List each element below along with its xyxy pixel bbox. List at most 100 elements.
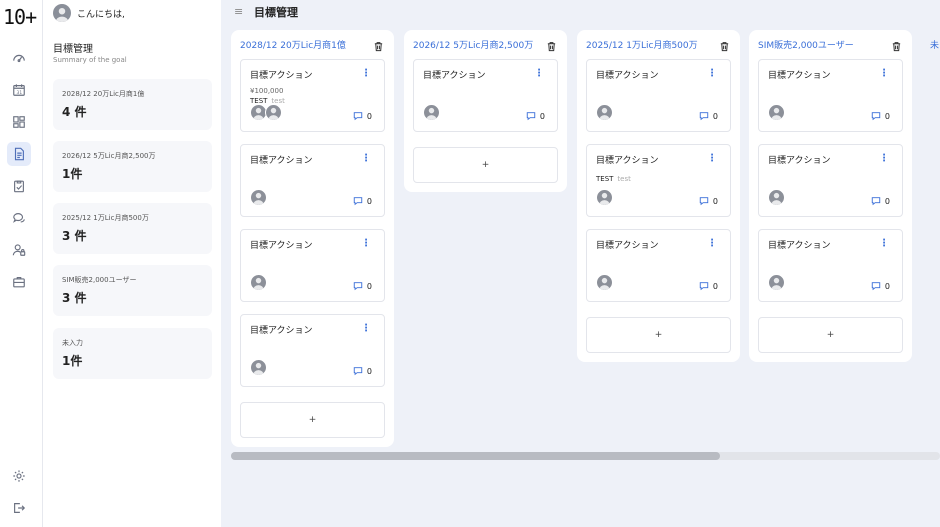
column-title[interactable]: 2028/12 20万Lic月商1億 bbox=[240, 38, 346, 51]
kebab-menu-icon[interactable]: ⋮ bbox=[707, 153, 717, 164]
comment-count[interactable]: 0 bbox=[353, 111, 372, 121]
assignee-avatars bbox=[250, 104, 282, 121]
assignee-avatars bbox=[250, 189, 267, 206]
kebab-menu-icon[interactable]: ⋮ bbox=[707, 68, 717, 79]
nav-tasks[interactable] bbox=[7, 174, 31, 198]
kebab-menu-icon[interactable]: ⋮ bbox=[534, 68, 544, 79]
panel-title: 目標管理 bbox=[53, 44, 93, 55]
kebab-menu-icon[interactable]: ⋮ bbox=[879, 238, 889, 249]
goal-count: 4 件 bbox=[62, 105, 87, 119]
kebab-menu-icon[interactable]: ⋮ bbox=[879, 153, 889, 164]
assignee-avatars bbox=[768, 274, 785, 291]
kebab-menu-icon[interactable]: ⋮ bbox=[361, 323, 371, 334]
add-card-button[interactable]: + bbox=[758, 317, 903, 353]
goal-count: 1件 bbox=[62, 167, 83, 181]
assignee-avatars bbox=[596, 189, 613, 206]
action-card[interactable]: 目標アクション ⋮ 0 bbox=[240, 144, 385, 217]
action-card[interactable]: 目標アクション ⋮ 0 bbox=[758, 59, 903, 132]
avatar[interactable] bbox=[596, 104, 613, 121]
goal-summary-card[interactable]: 2026/12 5万Lic月商2,500万 1件 bbox=[53, 141, 212, 192]
avatar[interactable] bbox=[250, 274, 267, 291]
nav-chat[interactable] bbox=[7, 206, 31, 230]
action-card[interactable]: 目標アクション ⋮ TEST test 0 bbox=[586, 144, 731, 217]
action-card[interactable]: 目標アクション ⋮ 0 bbox=[586, 229, 731, 302]
comment-count[interactable]: 0 bbox=[526, 111, 545, 121]
card-title: 目標アクション bbox=[768, 71, 831, 81]
avatar[interactable] bbox=[768, 274, 785, 291]
menu-icon[interactable]: ≡ bbox=[234, 5, 243, 18]
add-card-button[interactable]: + bbox=[240, 402, 385, 438]
kebab-menu-icon[interactable]: ⋮ bbox=[707, 238, 717, 249]
assignee-avatars bbox=[596, 274, 613, 291]
kebab-menu-icon[interactable]: ⋮ bbox=[361, 238, 371, 249]
avatar[interactable] bbox=[423, 104, 440, 121]
action-card[interactable]: 目標アクション ⋮ 0 bbox=[586, 59, 731, 132]
kebab-menu-icon[interactable]: ⋮ bbox=[879, 68, 889, 79]
avatar[interactable] bbox=[768, 189, 785, 206]
action-card[interactable]: 目標アクション ⋮ 0 bbox=[240, 314, 385, 387]
avatar[interactable] bbox=[596, 274, 613, 291]
goal-summary-card[interactable]: SIM販売2,000ユーザー 3 件 bbox=[53, 265, 212, 316]
avatar[interactable] bbox=[596, 189, 613, 206]
nav-dashboard[interactable] bbox=[7, 46, 31, 70]
avatar[interactable] bbox=[768, 104, 785, 121]
column-title[interactable]: 2026/12 5万Lic月商2,500万 bbox=[413, 38, 533, 51]
nav-business[interactable] bbox=[7, 270, 31, 294]
action-card[interactable]: 目標アクション ⋮ 0 bbox=[413, 59, 558, 132]
avatar[interactable] bbox=[250, 189, 267, 206]
comment-count[interactable]: 0 bbox=[871, 281, 890, 291]
comment-count[interactable]: 0 bbox=[871, 196, 890, 206]
goal-summary-card[interactable]: 2025/12 1万Lic月商500万 3 件 bbox=[53, 203, 212, 254]
nav-settings[interactable] bbox=[7, 464, 31, 488]
add-card-button[interactable]: + bbox=[413, 147, 558, 183]
assignee-avatars bbox=[768, 189, 785, 206]
kebab-menu-icon[interactable]: ⋮ bbox=[361, 68, 371, 79]
nav-calendar[interactable]: 31 bbox=[7, 78, 31, 102]
trash-icon[interactable] bbox=[719, 37, 730, 52]
comment-count[interactable]: 0 bbox=[353, 366, 372, 376]
trash-icon[interactable] bbox=[546, 37, 557, 52]
comment-count-value: 0 bbox=[712, 281, 718, 291]
action-card[interactable]: 目標アクション ⋮ 0 bbox=[758, 229, 903, 302]
action-card[interactable]: 目標アクション ⋮ ¥100,000 TEST test 0 bbox=[240, 59, 385, 132]
add-card-button[interactable]: + bbox=[586, 317, 731, 353]
card-tag: TEST test bbox=[596, 175, 631, 183]
comment-count[interactable]: 0 bbox=[353, 196, 372, 206]
comment-count-value: 0 bbox=[712, 196, 718, 206]
comment-count[interactable]: 0 bbox=[353, 281, 372, 291]
comment-icon bbox=[871, 111, 885, 121]
comment-icon bbox=[871, 196, 885, 206]
action-card[interactable]: 目標アクション ⋮ 0 bbox=[240, 229, 385, 302]
logout-icon bbox=[14, 503, 26, 513]
nav-goals[interactable] bbox=[7, 142, 31, 166]
avatar[interactable] bbox=[265, 104, 282, 121]
card-title: 目標アクション bbox=[768, 241, 831, 251]
goal-summary-card[interactable]: 2028/12 20万Lic月商1億 4 件 bbox=[53, 79, 212, 130]
horizontal-scrollbar-thumb[interactable] bbox=[231, 452, 720, 460]
nav-logout[interactable] bbox=[7, 496, 31, 520]
action-card[interactable]: 目標アクション ⋮ 0 bbox=[758, 144, 903, 217]
column-title[interactable]: 2025/12 1万Lic月商500万 bbox=[586, 38, 698, 51]
comment-count[interactable]: 0 bbox=[699, 281, 718, 291]
chat-icon bbox=[13, 213, 25, 223]
comment-count[interactable]: 0 bbox=[699, 111, 718, 121]
comment-count[interactable]: 0 bbox=[871, 111, 890, 121]
kebab-menu-icon[interactable]: ⋮ bbox=[361, 153, 371, 164]
trash-icon[interactable] bbox=[373, 37, 384, 52]
avatar[interactable] bbox=[250, 359, 267, 376]
nav-board[interactable] bbox=[7, 110, 31, 134]
nav-users[interactable] bbox=[7, 238, 31, 262]
goal-name: 未入力 bbox=[62, 339, 83, 347]
user-avatar[interactable] bbox=[53, 4, 71, 22]
goal-name: 2025/12 1万Lic月商500万 bbox=[62, 214, 149, 222]
comment-count-value: 0 bbox=[539, 111, 545, 121]
card-title: 目標アクション bbox=[250, 71, 313, 81]
comment-count[interactable]: 0 bbox=[699, 196, 718, 206]
comment-icon bbox=[699, 196, 713, 206]
app-logo[interactable]: 10+ bbox=[3, 5, 37, 29]
goal-summary-card[interactable]: 未入力 1件 bbox=[53, 328, 212, 379]
assignee-avatars bbox=[250, 274, 267, 291]
trash-icon[interactable] bbox=[891, 37, 902, 52]
column-title[interactable]: SIM販売2,000ユーザー bbox=[758, 38, 854, 51]
settings-icon bbox=[13, 470, 25, 482]
